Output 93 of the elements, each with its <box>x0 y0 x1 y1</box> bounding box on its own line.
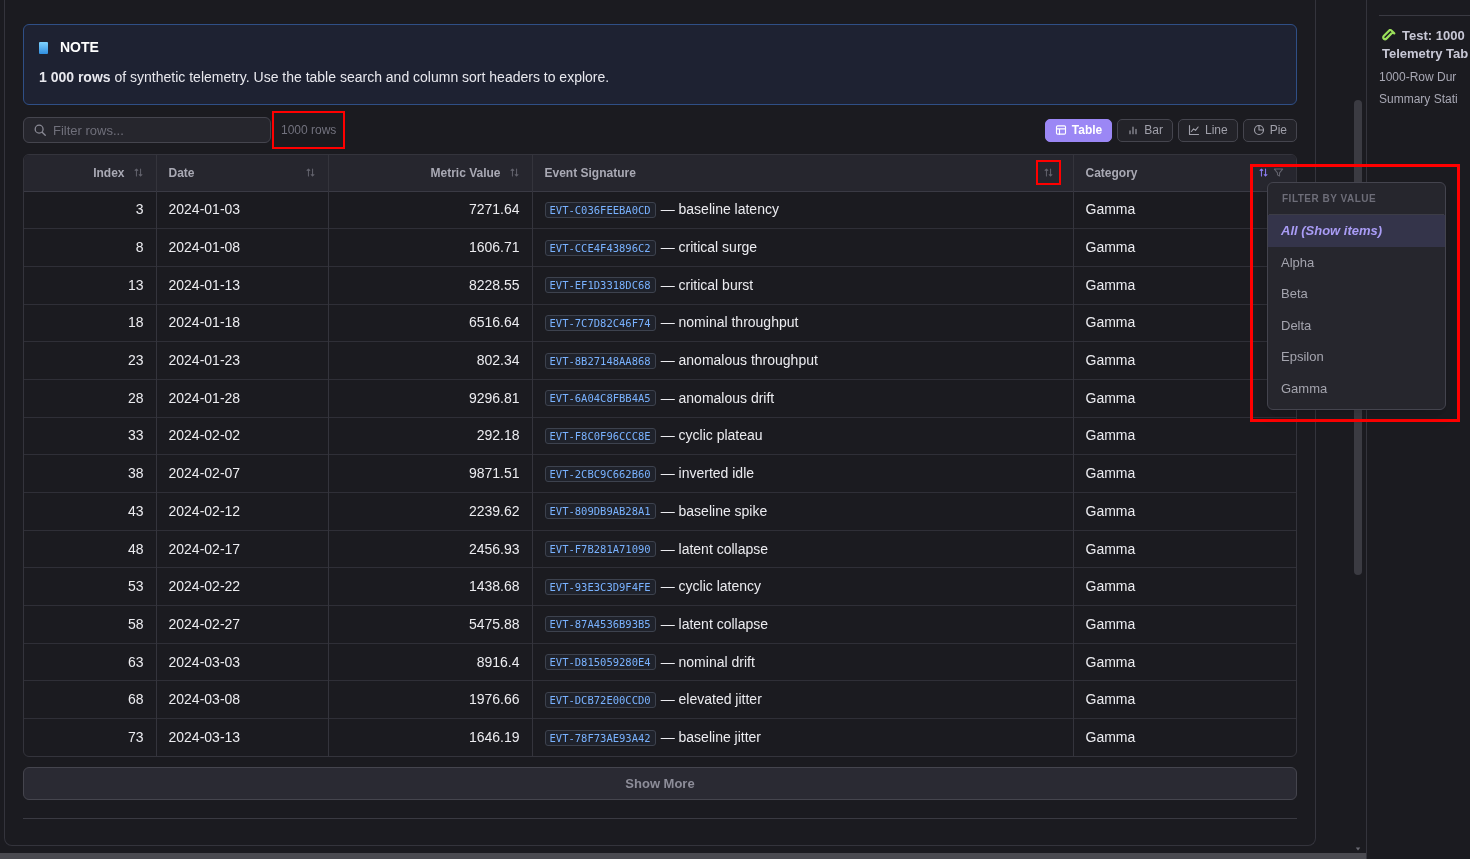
event-description: — cyclic latency <box>660 577 761 597</box>
table-cell: Gamma <box>1085 653 1136 670</box>
table-cell: 2024-03-08 <box>168 691 241 708</box>
table-cell: 9871.51 <box>468 465 520 482</box>
table-cell: 1646.19 <box>468 729 520 746</box>
note-title: NOTE <box>60 38 99 57</box>
note-text: 1 000 rows of synthetic telemetry. Use the table search and column sort headers to explore. <box>39 68 611 87</box>
event-code: EVT-809DB9AB28A1 <box>544 503 656 520</box>
table-cell: Gamma <box>1085 314 1136 331</box>
event-code: EVT-78F73AE93A42 <box>544 729 656 746</box>
event-code: EVT-CCE4F43896C2 <box>544 239 656 256</box>
event-description: — baseline latency <box>660 200 779 220</box>
table-cell: 1976.66 <box>468 691 520 708</box>
table-cell: 2456.93 <box>468 540 520 557</box>
event-description: — nominal throughput <box>660 313 799 333</box>
event-description: — critical burst <box>660 275 754 295</box>
event-description: — latent collapse <box>660 614 769 634</box>
table-cell: 38 <box>127 465 144 482</box>
event-description: — baseline jitter <box>660 728 762 748</box>
event-code: EVT-D815059280E4 <box>544 654 656 671</box>
table-cell: 23 <box>127 352 144 369</box>
event-description: — inverted idle <box>660 464 755 484</box>
event-code: EVT-7C7D82C46F74 <box>544 314 656 331</box>
table-cell: 2024-03-13 <box>168 729 241 746</box>
table-cell: 2239.62 <box>468 502 520 519</box>
table-cell: Gamma <box>1085 615 1136 632</box>
event-code: EVT-87A4536B93B5 <box>544 616 656 633</box>
table-cell: 2024-02-07 <box>168 465 241 482</box>
table-cell: Gamma <box>1085 427 1136 444</box>
table-cell: 2024-01-08 <box>168 239 241 256</box>
event-code: EVT-EF1D3318DC68 <box>544 277 656 294</box>
event-code: EVT-6A04C8FBB4A5 <box>544 390 656 407</box>
table-cell: 8916.4 <box>476 653 520 670</box>
event-description: — elevated jitter <box>660 690 762 710</box>
event-code: EVT-F8C0F96CCC8E <box>544 427 656 444</box>
event-code: EVT-C036FEEBA0CD <box>544 201 656 218</box>
table-cell: 2024-01-03 <box>168 201 241 218</box>
table-cell: Gamma <box>1085 691 1136 708</box>
event-code: EVT-2CBC9C662B60 <box>544 465 656 482</box>
event-code: EVT-DCB72E00CCD0 <box>544 691 656 708</box>
table-cell: 6516.64 <box>468 314 520 331</box>
table-cell: Gamma <box>1085 465 1136 482</box>
event-code: EVT-93E3C3D9F4FE <box>544 578 656 595</box>
table-cell: 18 <box>127 314 144 331</box>
table-cell: 33 <box>127 427 144 444</box>
table-cell: 28 <box>127 389 144 406</box>
event-description: — anomalous throughput <box>660 351 818 371</box>
table-cell: 3 <box>135 201 144 218</box>
table-cell: 43 <box>127 502 144 519</box>
table-cell: 68 <box>127 691 144 708</box>
table-cell: Gamma <box>1085 729 1136 746</box>
event-code: EVT-F7B281A71090 <box>544 541 656 558</box>
table-cell: 1606.71 <box>468 239 520 256</box>
table-cell: 2024-01-18 <box>168 314 241 331</box>
table-cell: Gamma <box>1085 276 1136 293</box>
table-cell: 2024-03-03 <box>168 653 241 670</box>
table-cell: 2024-02-17 <box>168 540 241 557</box>
table-cell: 73 <box>127 729 144 746</box>
event-description: — baseline spike <box>660 501 768 521</box>
table-cell: 2024-01-23 <box>168 352 241 369</box>
table-cell: 5475.88 <box>468 615 520 632</box>
table-cell: Gamma <box>1085 389 1136 406</box>
event-description: — cyclic plateau <box>660 426 763 446</box>
table-cell: 2024-01-28 <box>168 389 241 406</box>
table-cell: 9296.81 <box>468 389 520 406</box>
table-cell: Gamma <box>1085 201 1136 218</box>
table-cell: Gamma <box>1085 578 1136 595</box>
table-cell: 292.18 <box>476 427 520 444</box>
table-cell: 8 <box>135 239 144 256</box>
table-cell: Gamma <box>1085 352 1136 369</box>
table-cell: Gamma <box>1085 239 1136 256</box>
table-cell: 2024-02-12 <box>168 502 241 519</box>
table-cell: 1438.68 <box>468 578 520 595</box>
table-cell: 2024-01-13 <box>168 276 241 293</box>
event-description: — latent collapse <box>660 539 769 559</box>
table-cell: 2024-02-22 <box>168 578 241 595</box>
table-cell: 53 <box>127 578 144 595</box>
table-cell: 63 <box>127 653 144 670</box>
table-cell: 58 <box>127 615 144 632</box>
table-cell: Gamma <box>1085 540 1136 557</box>
event-description: — nominal drift <box>660 652 755 672</box>
table-cell: 48 <box>127 540 144 557</box>
table-cell: 802.34 <box>476 352 520 369</box>
event-description: — critical surge <box>660 238 758 258</box>
table-cell: 7271.64 <box>468 201 520 218</box>
table-cell: 2024-02-27 <box>168 615 241 632</box>
row-count: 1000 rows <box>272 111 346 149</box>
event-description: — anomalous drift <box>660 388 775 408</box>
event-code: EVT-8B27148AA868 <box>544 352 656 369</box>
table-cell: Gamma <box>1085 502 1136 519</box>
table-cell: 8228.55 <box>468 276 520 293</box>
table-cell: 2024-02-02 <box>168 427 241 444</box>
table-cell: 13 <box>127 276 144 293</box>
